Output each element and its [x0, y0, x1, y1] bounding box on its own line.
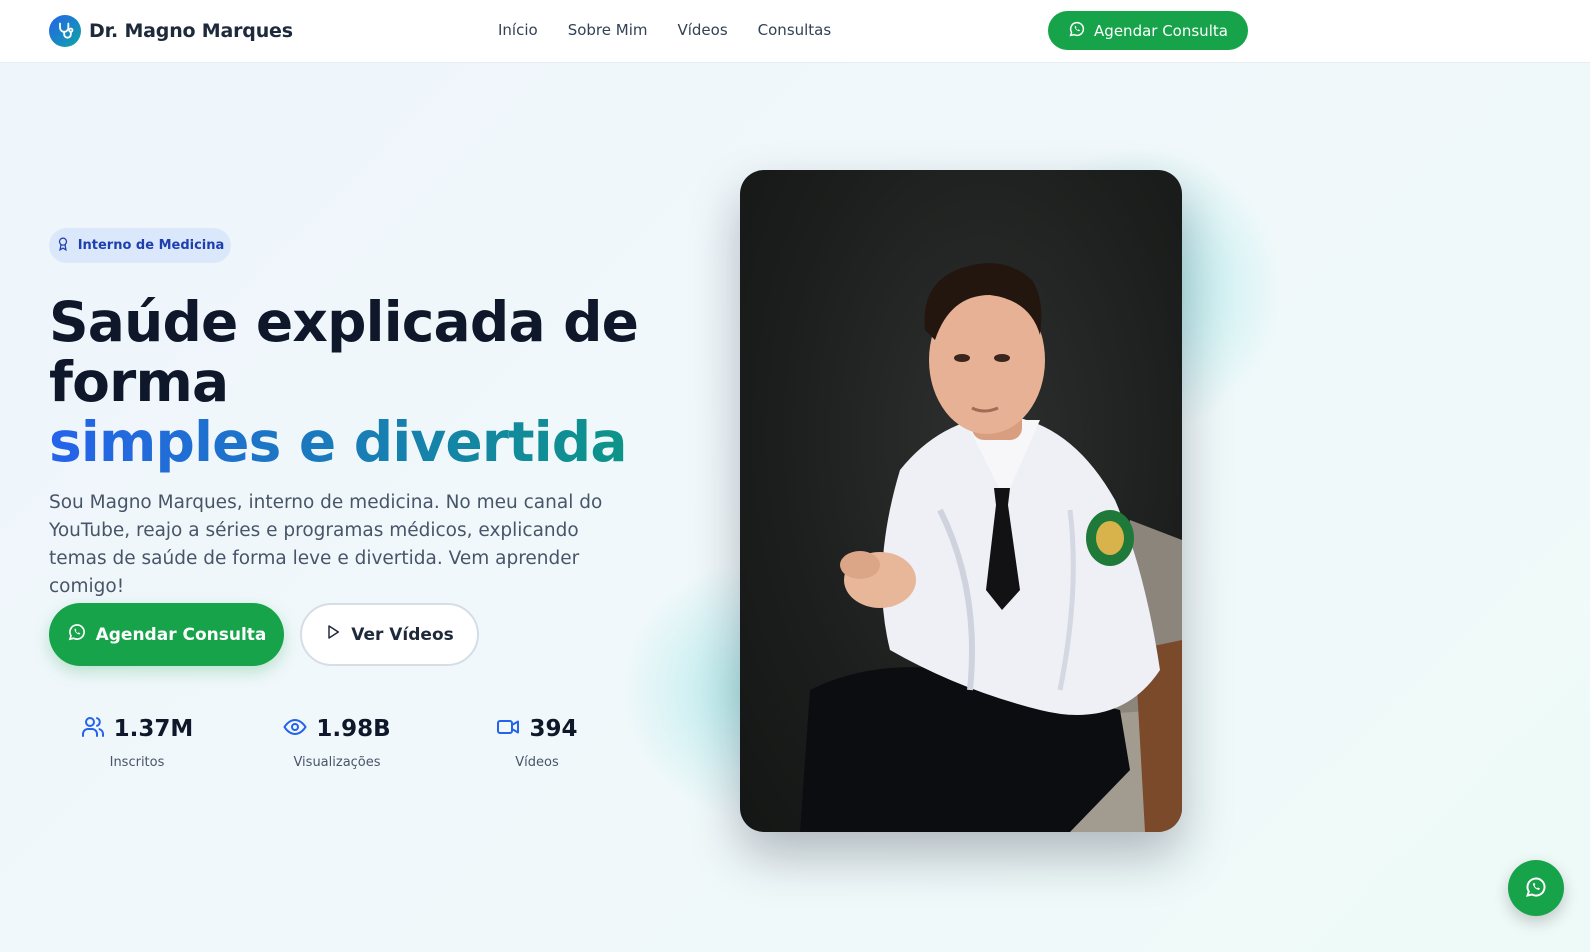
doctor-portrait-photo — [740, 170, 1182, 832]
hero-title-main: Saúde explicada de forma — [49, 290, 639, 414]
doctor-portrait-illustration — [800, 263, 1182, 832]
header-schedule-button[interactable]: Agendar Consulta — [1048, 11, 1248, 50]
video-icon — [496, 715, 520, 743]
stat-videos: 394 Vídeos — [447, 715, 627, 770]
hero-schedule-label: Agendar Consulta — [95, 624, 267, 645]
role-badge: Interno de Medicina — [49, 228, 231, 263]
stat-value: 1.37M — [113, 716, 194, 742]
whatsapp-icon — [1068, 20, 1086, 42]
eye-icon — [283, 715, 308, 743]
whatsapp-icon — [1524, 875, 1548, 902]
stat-label: Vídeos — [515, 755, 559, 770]
nav-link-videos[interactable]: Vídeos — [677, 21, 727, 39]
users-icon — [81, 715, 105, 743]
nav-link-sobre-mim[interactable]: Sobre Mim — [568, 21, 648, 39]
floating-whatsapp-button[interactable] — [1508, 860, 1564, 916]
site-header: Dr. Magno Marques Início Sobre Mim Vídeo… — [0, 0, 1590, 63]
watch-videos-button[interactable]: Ver Vídeos — [300, 603, 479, 666]
nav-link-inicio[interactable]: Início — [498, 21, 538, 39]
stat-value: 1.98B — [316, 716, 391, 742]
nav-link-consultas[interactable]: Consultas — [758, 21, 832, 39]
hero-schedule-button[interactable]: Agendar Consulta — [49, 603, 284, 666]
hero-title: Saúde explicada de forma simples e diver… — [49, 292, 669, 472]
role-badge-label: Interno de Medicina — [77, 238, 225, 253]
play-icon — [325, 623, 341, 646]
whatsapp-icon — [67, 622, 87, 647]
main-nav: Início Sobre Mim Vídeos Consultas — [498, 21, 831, 39]
stat-label: Visualizações — [293, 755, 381, 770]
award-icon — [56, 236, 70, 256]
header-schedule-label: Agendar Consulta — [1094, 21, 1228, 40]
stat-views: 1.98B Visualizações — [247, 715, 427, 770]
watch-videos-label: Ver Vídeos — [351, 624, 454, 645]
stat-label: Inscritos — [109, 755, 165, 770]
stat-value: 394 — [529, 716, 578, 742]
hero-title-highlight: simples e divertida — [49, 410, 628, 474]
hero-description: Sou Magno Marques, interno de medicina. … — [49, 492, 603, 597]
stethoscope-icon — [49, 15, 81, 47]
stat-subscribers: 1.37M Inscritos — [47, 715, 227, 770]
brand-name: Dr. Magno Marques — [89, 20, 293, 42]
brand-logo[interactable]: Dr. Magno Marques — [49, 15, 293, 47]
